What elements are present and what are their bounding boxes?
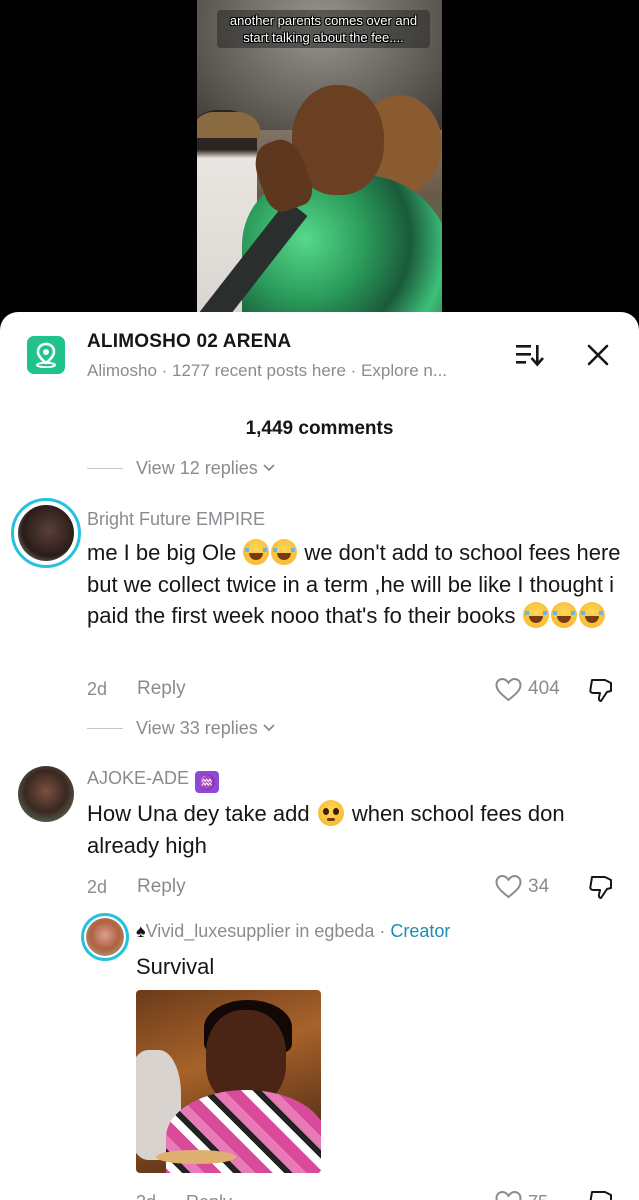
aquarius-icon: ♒ — [195, 771, 220, 793]
thumbs-down-icon[interactable] — [588, 678, 614, 703]
reply-button[interactable]: Reply — [186, 1192, 232, 1200]
pleading-face-emoji-icon — [317, 800, 344, 826]
divider — [87, 467, 123, 469]
comment-text: me I be big Ole we don't add to school f… — [87, 537, 627, 632]
heart-icon[interactable] — [495, 677, 522, 702]
laughing-emoji-icon — [550, 602, 577, 628]
username-text: AJOKE-ADE — [87, 768, 190, 788]
view-replies-label: View 12 replies — [136, 457, 258, 478]
location-title[interactable]: ALIMOSHO 02 ARENA — [87, 331, 291, 353]
avatar[interactable] — [86, 918, 124, 956]
avatar[interactable] — [18, 766, 74, 822]
video-hat — [197, 112, 261, 138]
username-text: Vivid_luxesupplier in egbeda — [145, 921, 375, 941]
comments-count: 1,449 comments — [245, 418, 394, 439]
laughing-emoji-icon — [578, 602, 605, 628]
view-replies-label: View 33 replies — [136, 717, 258, 738]
location-header[interactable]: ALIMOSHO 02 ARENA Alimosho · 1277 recent… — [0, 312, 639, 392]
heart-icon[interactable] — [495, 874, 522, 899]
reply-text: Survival — [136, 954, 215, 979]
creator-badge: Creator — [390, 921, 451, 941]
comment-username[interactable]: Bright Future EMPIRE — [87, 509, 265, 530]
location-pin-icon — [27, 336, 65, 374]
laughing-emoji-icon — [243, 539, 270, 565]
thumbs-down-icon[interactable] — [588, 1190, 614, 1200]
laughing-emoji-icon — [271, 539, 298, 565]
close-icon[interactable] — [585, 342, 611, 368]
heart-icon[interactable] — [495, 1190, 522, 1200]
thumbs-down-icon[interactable] — [588, 875, 614, 900]
avatar[interactable] — [18, 505, 74, 561]
sort-icon[interactable] — [514, 342, 546, 368]
comment-time: 2d — [87, 877, 108, 897]
chevron-down-icon — [263, 724, 275, 732]
comment-time: 2d — [136, 1192, 156, 1200]
like-count: 75 — [528, 1192, 548, 1200]
view-replies-button[interactable]: View 33 replies — [87, 716, 276, 740]
video-caption: another parents comes over and start tal… — [217, 10, 430, 48]
like-count: 34 — [528, 876, 550, 897]
divider — [87, 727, 123, 729]
video-player[interactable]: another parents comes over and start tal… — [197, 0, 442, 325]
reply-button[interactable]: Reply — [137, 876, 186, 898]
gif-plate — [156, 1150, 236, 1164]
laughing-emoji-icon — [522, 602, 549, 628]
reply-gif-image[interactable] — [136, 990, 321, 1173]
spade-icon: ♠ — [136, 921, 146, 941]
comment-time: 2d — [87, 679, 108, 699]
chevron-down-icon — [263, 464, 275, 472]
comments-sheet: ALIMOSHO 02 ARENA Alimosho · 1277 recent… — [0, 312, 639, 1200]
comment-text-part: How Una dey take add — [87, 801, 316, 826]
comment-text: How Una dey take add when school fees do… — [87, 798, 627, 861]
comment-username[interactable]: AJOKE-ADE ♒ — [87, 768, 220, 793]
separator: · — [374, 921, 391, 941]
reply-button[interactable]: Reply — [137, 678, 186, 700]
like-count: 404 — [528, 678, 560, 699]
comment-text-part: me I be big Ole — [87, 540, 243, 565]
reply-username[interactable]: ♠Vivid_luxesupplier in egbeda · Creator — [136, 921, 450, 942]
location-subtitle[interactable]: Alimosho · 1277 recent posts here · Expl… — [87, 361, 447, 381]
view-replies-button[interactable]: View 12 replies — [87, 456, 276, 480]
